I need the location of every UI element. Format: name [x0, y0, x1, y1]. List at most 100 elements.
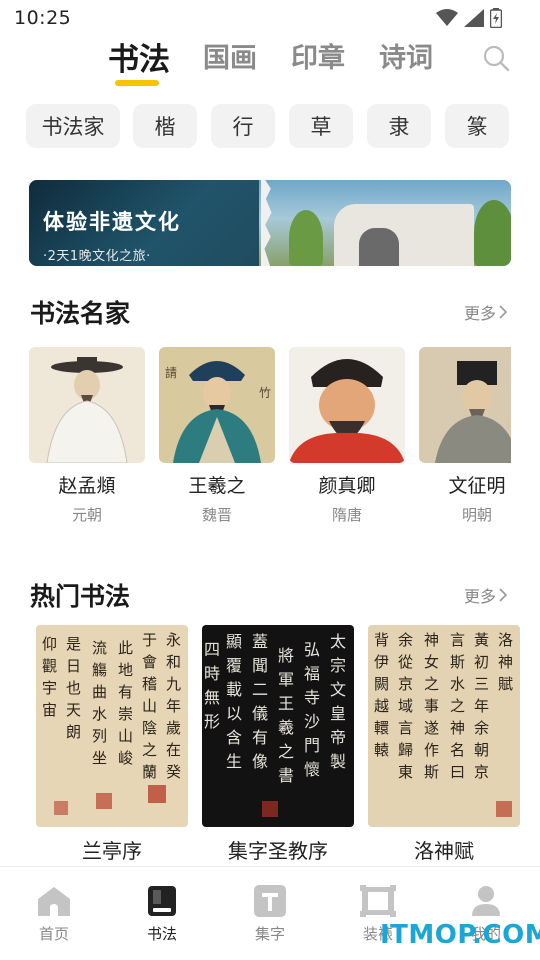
chip-calligraphers[interactable]: 书法家: [26, 104, 120, 148]
status-time: 10:25: [14, 7, 72, 29]
nav-calligraphy[interactable]: 书法: [127, 885, 197, 944]
svg-text:流: 流: [92, 639, 107, 657]
hot-section-title: 热门书法: [30, 582, 131, 611]
svg-text:斯: 斯: [424, 763, 439, 781]
master-name: 颜真卿: [318, 475, 376, 497]
svg-text:是: 是: [66, 635, 81, 653]
nav-collect-chars[interactable]: 集字: [235, 885, 305, 944]
hot-more-link[interactable]: 更多: [464, 583, 508, 607]
wifi-icon: [436, 9, 458, 26]
tab-seal[interactable]: 印章: [291, 36, 345, 75]
work-card[interactable]: 永和九年歲在癸 于會稽山陰之蘭 此地有崇山峻 流觴曲水列坐 是日也天朗 仰觀宇宙…: [36, 625, 188, 864]
svg-text:文: 文: [330, 680, 346, 699]
svg-text:以: 以: [226, 704, 242, 723]
work-title: 集字圣教序: [228, 839, 328, 863]
svg-text:地: 地: [118, 661, 133, 679]
svg-text:歲: 歲: [166, 719, 181, 737]
svg-text:書: 書: [278, 766, 294, 785]
book-icon: [148, 886, 176, 916]
masters-more-link[interactable]: 更多: [464, 300, 508, 324]
svg-text:帝: 帝: [330, 728, 346, 747]
svg-text:朗: 朗: [66, 723, 81, 741]
svg-text:之: 之: [450, 697, 465, 715]
promo-banner[interactable]: 体验非遗文化 ·2天1晚文化之旅·: [29, 180, 511, 266]
svg-text:蓋: 蓋: [252, 632, 268, 651]
svg-text:年: 年: [166, 697, 181, 715]
svg-text:生: 生: [226, 752, 242, 771]
svg-text:觀: 觀: [42, 657, 57, 675]
chip-zhuan[interactable]: 篆: [445, 104, 509, 148]
svg-text:在: 在: [166, 741, 181, 759]
svg-text:四: 四: [204, 640, 220, 659]
svg-text:曲: 曲: [92, 683, 107, 701]
more-label: 更多: [463, 587, 496, 606]
svg-text:皇: 皇: [330, 704, 346, 723]
tab-painting[interactable]: 国画: [203, 36, 257, 75]
master-era: 魏晋: [201, 506, 232, 524]
master-card[interactable]: 赵孟頫 元朝: [29, 347, 145, 525]
svg-text:此: 此: [118, 639, 133, 657]
svg-text:于: 于: [142, 631, 157, 649]
svg-text:形: 形: [204, 712, 220, 731]
work-image: 永和九年歲在癸 于會稽山陰之蘭 此地有崇山峻 流觴曲水列坐 是日也天朗 仰觀宇宙: [36, 625, 188, 827]
svg-text:之: 之: [142, 741, 157, 759]
svg-text:軍: 軍: [278, 670, 294, 689]
status-icons: [436, 8, 502, 28]
search-button[interactable]: [482, 44, 512, 74]
svg-text:作: 作: [424, 741, 439, 759]
svg-text:歸: 歸: [398, 741, 413, 759]
master-card[interactable]: 文征明 明朝: [419, 347, 511, 525]
active-tab-indicator: [115, 80, 159, 86]
svg-text:寺: 寺: [304, 688, 320, 707]
svg-text:仰: 仰: [42, 635, 57, 653]
master-card[interactable]: 請竹 王羲之 魏晋: [159, 347, 275, 525]
work-title: 兰亭序: [82, 839, 142, 863]
svg-text:和: 和: [166, 653, 181, 671]
svg-text:言: 言: [450, 631, 465, 649]
svg-text:曰: 曰: [450, 763, 465, 781]
svg-text:年: 年: [474, 697, 489, 715]
svg-text:神: 神: [498, 653, 513, 671]
svg-text:京: 京: [474, 763, 489, 781]
svg-text:山: 山: [142, 697, 157, 715]
text-t-icon: [254, 885, 286, 917]
work-card[interactable]: 洛神賦 黃初三年余朝京 言斯水之神名曰 神女之事遂作斯 余從京域言歸東 背伊闕越…: [368, 625, 520, 864]
svg-text:製: 製: [330, 752, 346, 771]
svg-text:列: 列: [92, 727, 107, 745]
svg-text:陰: 陰: [142, 719, 157, 737]
svg-text:神: 神: [450, 719, 465, 737]
svg-text:名: 名: [450, 741, 465, 759]
chip-kai[interactable]: 楷: [133, 104, 197, 148]
svg-text:門: 門: [304, 736, 320, 755]
svg-text:也: 也: [66, 679, 81, 697]
svg-text:斯: 斯: [450, 653, 465, 671]
home-icon: [38, 887, 70, 916]
svg-text:從: 從: [398, 653, 413, 671]
svg-text:三: 三: [474, 675, 489, 693]
svg-text:崇: 崇: [118, 705, 133, 723]
hot-works-list: 永和九年歲在癸 于會稽山陰之蘭 此地有崇山峻 流觴曲水列坐 是日也天朗 仰觀宇宙…: [36, 625, 520, 865]
frame-icon: [360, 885, 396, 917]
nav-home[interactable]: 首页: [19, 885, 89, 944]
svg-text:有: 有: [118, 683, 133, 701]
master-portrait: 請竹: [159, 347, 275, 463]
master-card[interactable]: 颜真卿 隋唐: [289, 347, 405, 525]
svg-text:闕: 闕: [374, 675, 389, 693]
master-portrait: [419, 347, 511, 463]
svg-text:轅: 轅: [374, 741, 389, 759]
tab-calligraphy[interactable]: 书法: [108, 34, 170, 79]
tab-poetry[interactable]: 诗词: [379, 36, 433, 75]
chip-li[interactable]: 隶: [367, 104, 431, 148]
chip-xing[interactable]: 行: [211, 104, 275, 148]
svg-text:無: 無: [204, 688, 220, 707]
svg-text:洛: 洛: [498, 631, 513, 649]
svg-text:女: 女: [424, 653, 439, 671]
svg-text:京: 京: [398, 675, 413, 693]
chip-cao[interactable]: 草: [289, 104, 353, 148]
masters-section-title: 书法名家: [30, 299, 131, 328]
svg-text:觴: 觴: [92, 661, 107, 679]
top-tabs: 书法 国画 印章 诗词: [0, 36, 540, 92]
svg-text:顯: 顯: [226, 632, 242, 651]
svg-text:初: 初: [474, 653, 489, 671]
work-card[interactable]: 太宗文皇帝製 弘福寺沙門懷 將軍王羲之書 蓋聞二儀有像 顯覆載以含生 四時無形 …: [202, 625, 354, 864]
